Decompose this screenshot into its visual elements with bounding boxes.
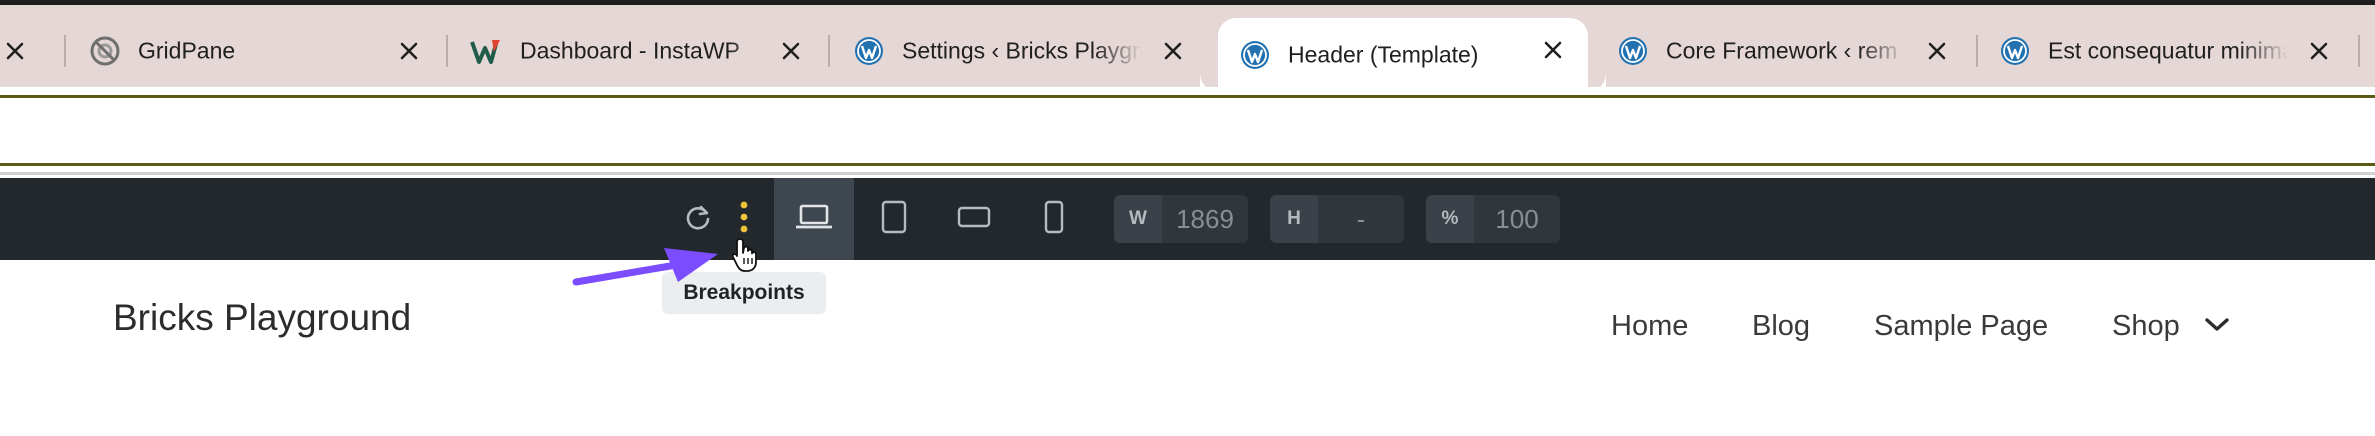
close-icon[interactable] bbox=[2, 38, 28, 64]
wordpress-icon bbox=[852, 34, 886, 68]
tab-title: Core Framework ‹ rem bbox=[1666, 37, 1898, 63]
builder-toolbar: W 1869 H - % 100 bbox=[0, 178, 2375, 260]
browser-tab-strip: GridPane Dashboard - InstaWP Settings ‹ … bbox=[0, 0, 2375, 92]
breakpoint-desktop-button[interactable] bbox=[774, 178, 854, 260]
height-label: H bbox=[1270, 195, 1318, 243]
width-label: W bbox=[1114, 195, 1162, 243]
header-border-top bbox=[0, 95, 2375, 98]
annotation-arrow bbox=[572, 248, 718, 286]
tab-title: Est consequatur minima bbox=[2048, 37, 2288, 63]
wordpress-icon bbox=[1616, 34, 1650, 68]
tab-instawp[interactable]: Dashboard - InstaWP bbox=[450, 18, 832, 83]
tab-title: Settings ‹ Bricks Playground bbox=[902, 37, 1142, 63]
reload-icon bbox=[682, 201, 714, 238]
tab-title: GridPane bbox=[138, 37, 236, 63]
tab-settings[interactable]: Settings ‹ Bricks Playground bbox=[832, 18, 1214, 83]
mobile-icon bbox=[1044, 200, 1064, 239]
tab-title: Header (Template) bbox=[1288, 41, 1479, 68]
wordpress-icon bbox=[1998, 34, 2032, 68]
chevron-down-icon[interactable] bbox=[2204, 316, 2230, 334]
tablet-portrait-icon bbox=[881, 200, 907, 239]
tab-gridpane[interactable]: GridPane bbox=[68, 18, 450, 83]
more-vertical-icon bbox=[738, 199, 750, 240]
width-input[interactable]: 1869 bbox=[1162, 195, 1248, 243]
tab-core-framework[interactable]: Core Framework ‹ rem bbox=[1596, 18, 1978, 83]
breakpoint-tablet-portrait-button[interactable] bbox=[854, 178, 934, 260]
close-icon[interactable] bbox=[396, 38, 422, 64]
nav-item-blog[interactable]: Blog bbox=[1752, 310, 1810, 343]
close-icon[interactable] bbox=[1540, 37, 1566, 63]
nav-item-shop[interactable]: Shop bbox=[2112, 310, 2180, 343]
site-title[interactable]: Bricks Playground bbox=[113, 297, 411, 339]
tab-offscreen-close[interactable] bbox=[0, 18, 40, 83]
close-icon[interactable] bbox=[2306, 38, 2332, 64]
breakpoint-mobile-button[interactable] bbox=[1014, 178, 1094, 260]
close-icon[interactable] bbox=[1924, 38, 1950, 64]
divider bbox=[0, 172, 2375, 175]
tablet-landscape-icon bbox=[957, 206, 991, 233]
gridpane-icon bbox=[88, 34, 122, 68]
height-input[interactable]: - bbox=[1318, 195, 1404, 243]
tab-header-template[interactable]: Header (Template) bbox=[1218, 18, 1606, 92]
close-icon[interactable] bbox=[1160, 38, 1186, 64]
canvas-width-group: W 1869 bbox=[1114, 195, 1248, 243]
zoom-group: % 100 bbox=[1426, 195, 1560, 243]
zoom-input[interactable]: 100 bbox=[1474, 195, 1560, 243]
nav-item-sample-page[interactable]: Sample Page bbox=[1874, 310, 2048, 343]
wordpress-icon bbox=[1238, 38, 1272, 72]
tab-title: Dashboard - InstaWP bbox=[520, 37, 740, 63]
close-icon[interactable] bbox=[778, 38, 804, 64]
tab-est-consequatur[interactable]: Est consequatur minima bbox=[1978, 18, 2360, 83]
canvas-height-group: H - bbox=[1270, 195, 1404, 243]
zoom-label: % bbox=[1426, 195, 1474, 243]
nav-item-home[interactable]: Home bbox=[1611, 310, 1688, 343]
instawp-icon bbox=[470, 34, 504, 68]
header-border-bottom bbox=[0, 163, 2375, 166]
hand-cursor-icon bbox=[731, 238, 757, 272]
laptop-icon bbox=[795, 203, 833, 236]
breakpoint-tablet-landscape-button[interactable] bbox=[934, 178, 1014, 260]
